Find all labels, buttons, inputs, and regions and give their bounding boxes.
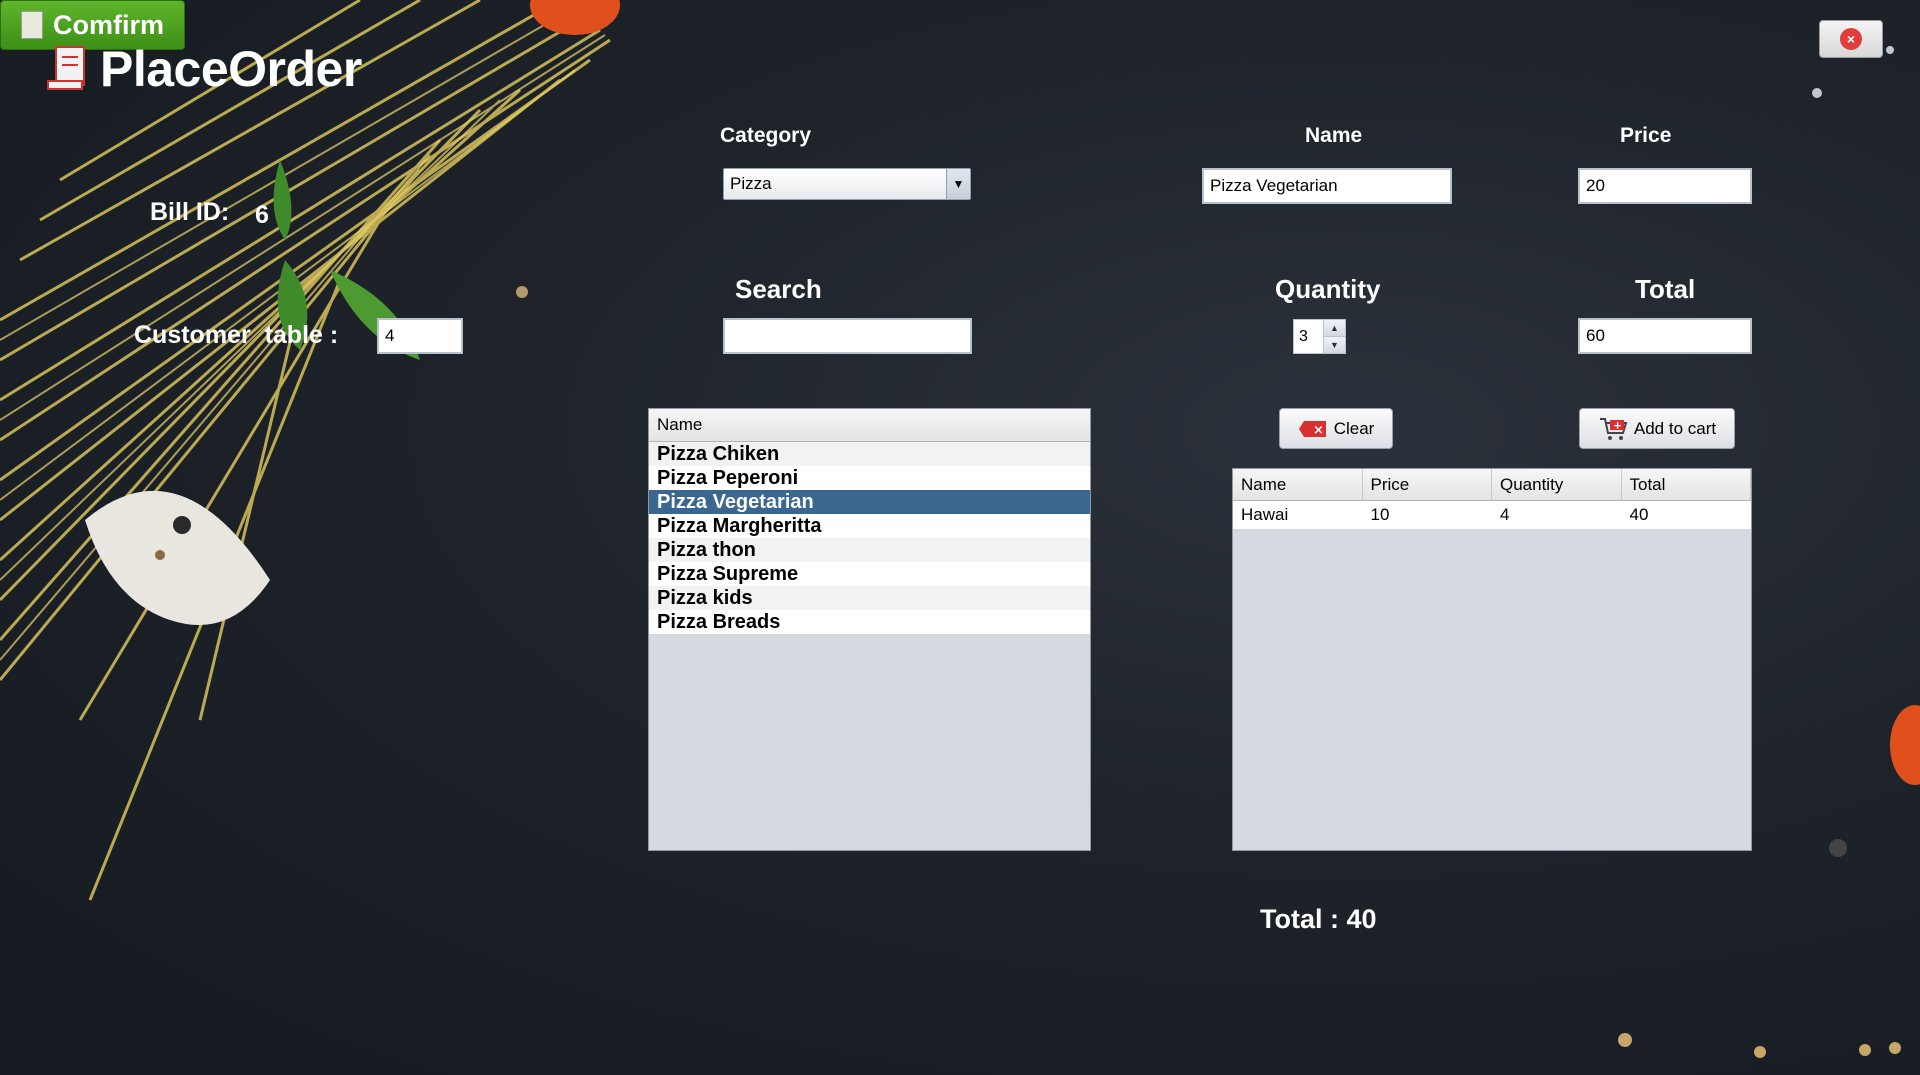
cart-table-header: Name Price Quantity Total bbox=[1233, 469, 1751, 501]
cart-table-body: Hawai 10 4 40 bbox=[1233, 501, 1751, 529]
table-cell: 4 bbox=[1500, 505, 1510, 524]
cart-table[interactable]: Name Price Quantity Total Hawai 10 4 40 bbox=[1232, 468, 1752, 851]
cart-column-header[interactable]: Total bbox=[1622, 469, 1751, 500]
list-item[interactable]: Pizza Vegetarian bbox=[649, 490, 1090, 514]
close-icon: × bbox=[1840, 28, 1862, 50]
stepper-up-icon[interactable]: ▲ bbox=[1324, 320, 1345, 337]
add-to-cart-label: Add to cart bbox=[1633, 418, 1717, 438]
total-label: Total bbox=[1635, 274, 1696, 304]
table-cell: 40 bbox=[1629, 505, 1649, 524]
list-item[interactable]: Pizza Peperoni bbox=[649, 466, 1090, 490]
table-row[interactable]: Hawai 10 4 40 bbox=[1233, 501, 1751, 529]
cart-column-header[interactable]: Name bbox=[1233, 469, 1363, 500]
price-label: Price bbox=[1620, 124, 1672, 147]
name-field[interactable]: Pizza Vegetarian bbox=[1202, 168, 1452, 204]
stepper-down-icon[interactable]: ▼ bbox=[1324, 337, 1345, 353]
cart-column-header[interactable]: Price bbox=[1363, 469, 1492, 500]
add-to-cart-button[interactable]: + Add to cart bbox=[1579, 408, 1735, 449]
list-item[interactable]: Pizza Supreme bbox=[649, 562, 1090, 586]
bill-id-label: Bill ID: bbox=[150, 198, 230, 226]
total-field[interactable]: 60 bbox=[1578, 318, 1752, 354]
quantity-value[interactable]: 3 bbox=[1294, 320, 1323, 353]
category-label: Category bbox=[720, 124, 812, 147]
bill-id-value: 6 bbox=[255, 201, 269, 229]
list-item[interactable]: Pizza Margheritta bbox=[649, 514, 1090, 538]
svg-text:+: + bbox=[1613, 419, 1622, 432]
name-label: Name bbox=[1305, 124, 1363, 147]
clear-button[interactable]: × Clear bbox=[1279, 408, 1393, 449]
product-list-body: Pizza Chiken Pizza Peperoni Pizza Vegetari… bbox=[649, 442, 1090, 634]
close-button[interactable]: × bbox=[1819, 20, 1883, 58]
clear-button-label: Clear bbox=[1333, 418, 1375, 438]
grand-total: Total : 40 bbox=[1260, 904, 1377, 934]
table-cell: 10 bbox=[1370, 505, 1390, 524]
app-title-bar: PlaceOrder bbox=[46, 40, 362, 98]
list-item[interactable]: Pizza kids bbox=[649, 586, 1090, 610]
list-item[interactable]: Pizza Chiken bbox=[649, 442, 1090, 466]
list-item[interactable]: Pizza Breads bbox=[649, 610, 1090, 634]
receipt-icon bbox=[47, 46, 85, 90]
customer-table-label: Customer table : bbox=[134, 321, 339, 349]
cart-column-header[interactable]: Quantity bbox=[1492, 469, 1622, 500]
category-select[interactable]: Pizza ▼ bbox=[723, 168, 971, 200]
search-input[interactable] bbox=[723, 318, 972, 354]
page-title: PlaceOrder bbox=[100, 41, 362, 97]
chevron-down-icon[interactable]: ▼ bbox=[946, 169, 970, 199]
quantity-label: Quantity bbox=[1275, 274, 1381, 304]
svg-text:×: × bbox=[1313, 423, 1324, 438]
eraser-icon: × bbox=[1298, 420, 1326, 438]
search-label: Search bbox=[735, 274, 822, 304]
customer-table-input[interactable]: 4 bbox=[377, 318, 463, 354]
price-field[interactable]: 20 bbox=[1578, 168, 1752, 204]
document-icon bbox=[20, 11, 43, 39]
list-item[interactable]: Pizza thon bbox=[649, 538, 1090, 562]
category-selected: Pizza bbox=[730, 174, 772, 193]
product-list-header[interactable]: Name bbox=[649, 409, 1090, 442]
table-cell: Hawai bbox=[1241, 505, 1289, 524]
confirm-button-label: Comfirm bbox=[52, 9, 164, 40]
quantity-stepper[interactable]: 3 ▲ ▼ bbox=[1293, 319, 1346, 354]
cart-add-icon: + bbox=[1599, 417, 1628, 440]
product-list-table[interactable]: Name Pizza Chiken Pizza Peperoni Pizza Veg… bbox=[648, 408, 1091, 851]
